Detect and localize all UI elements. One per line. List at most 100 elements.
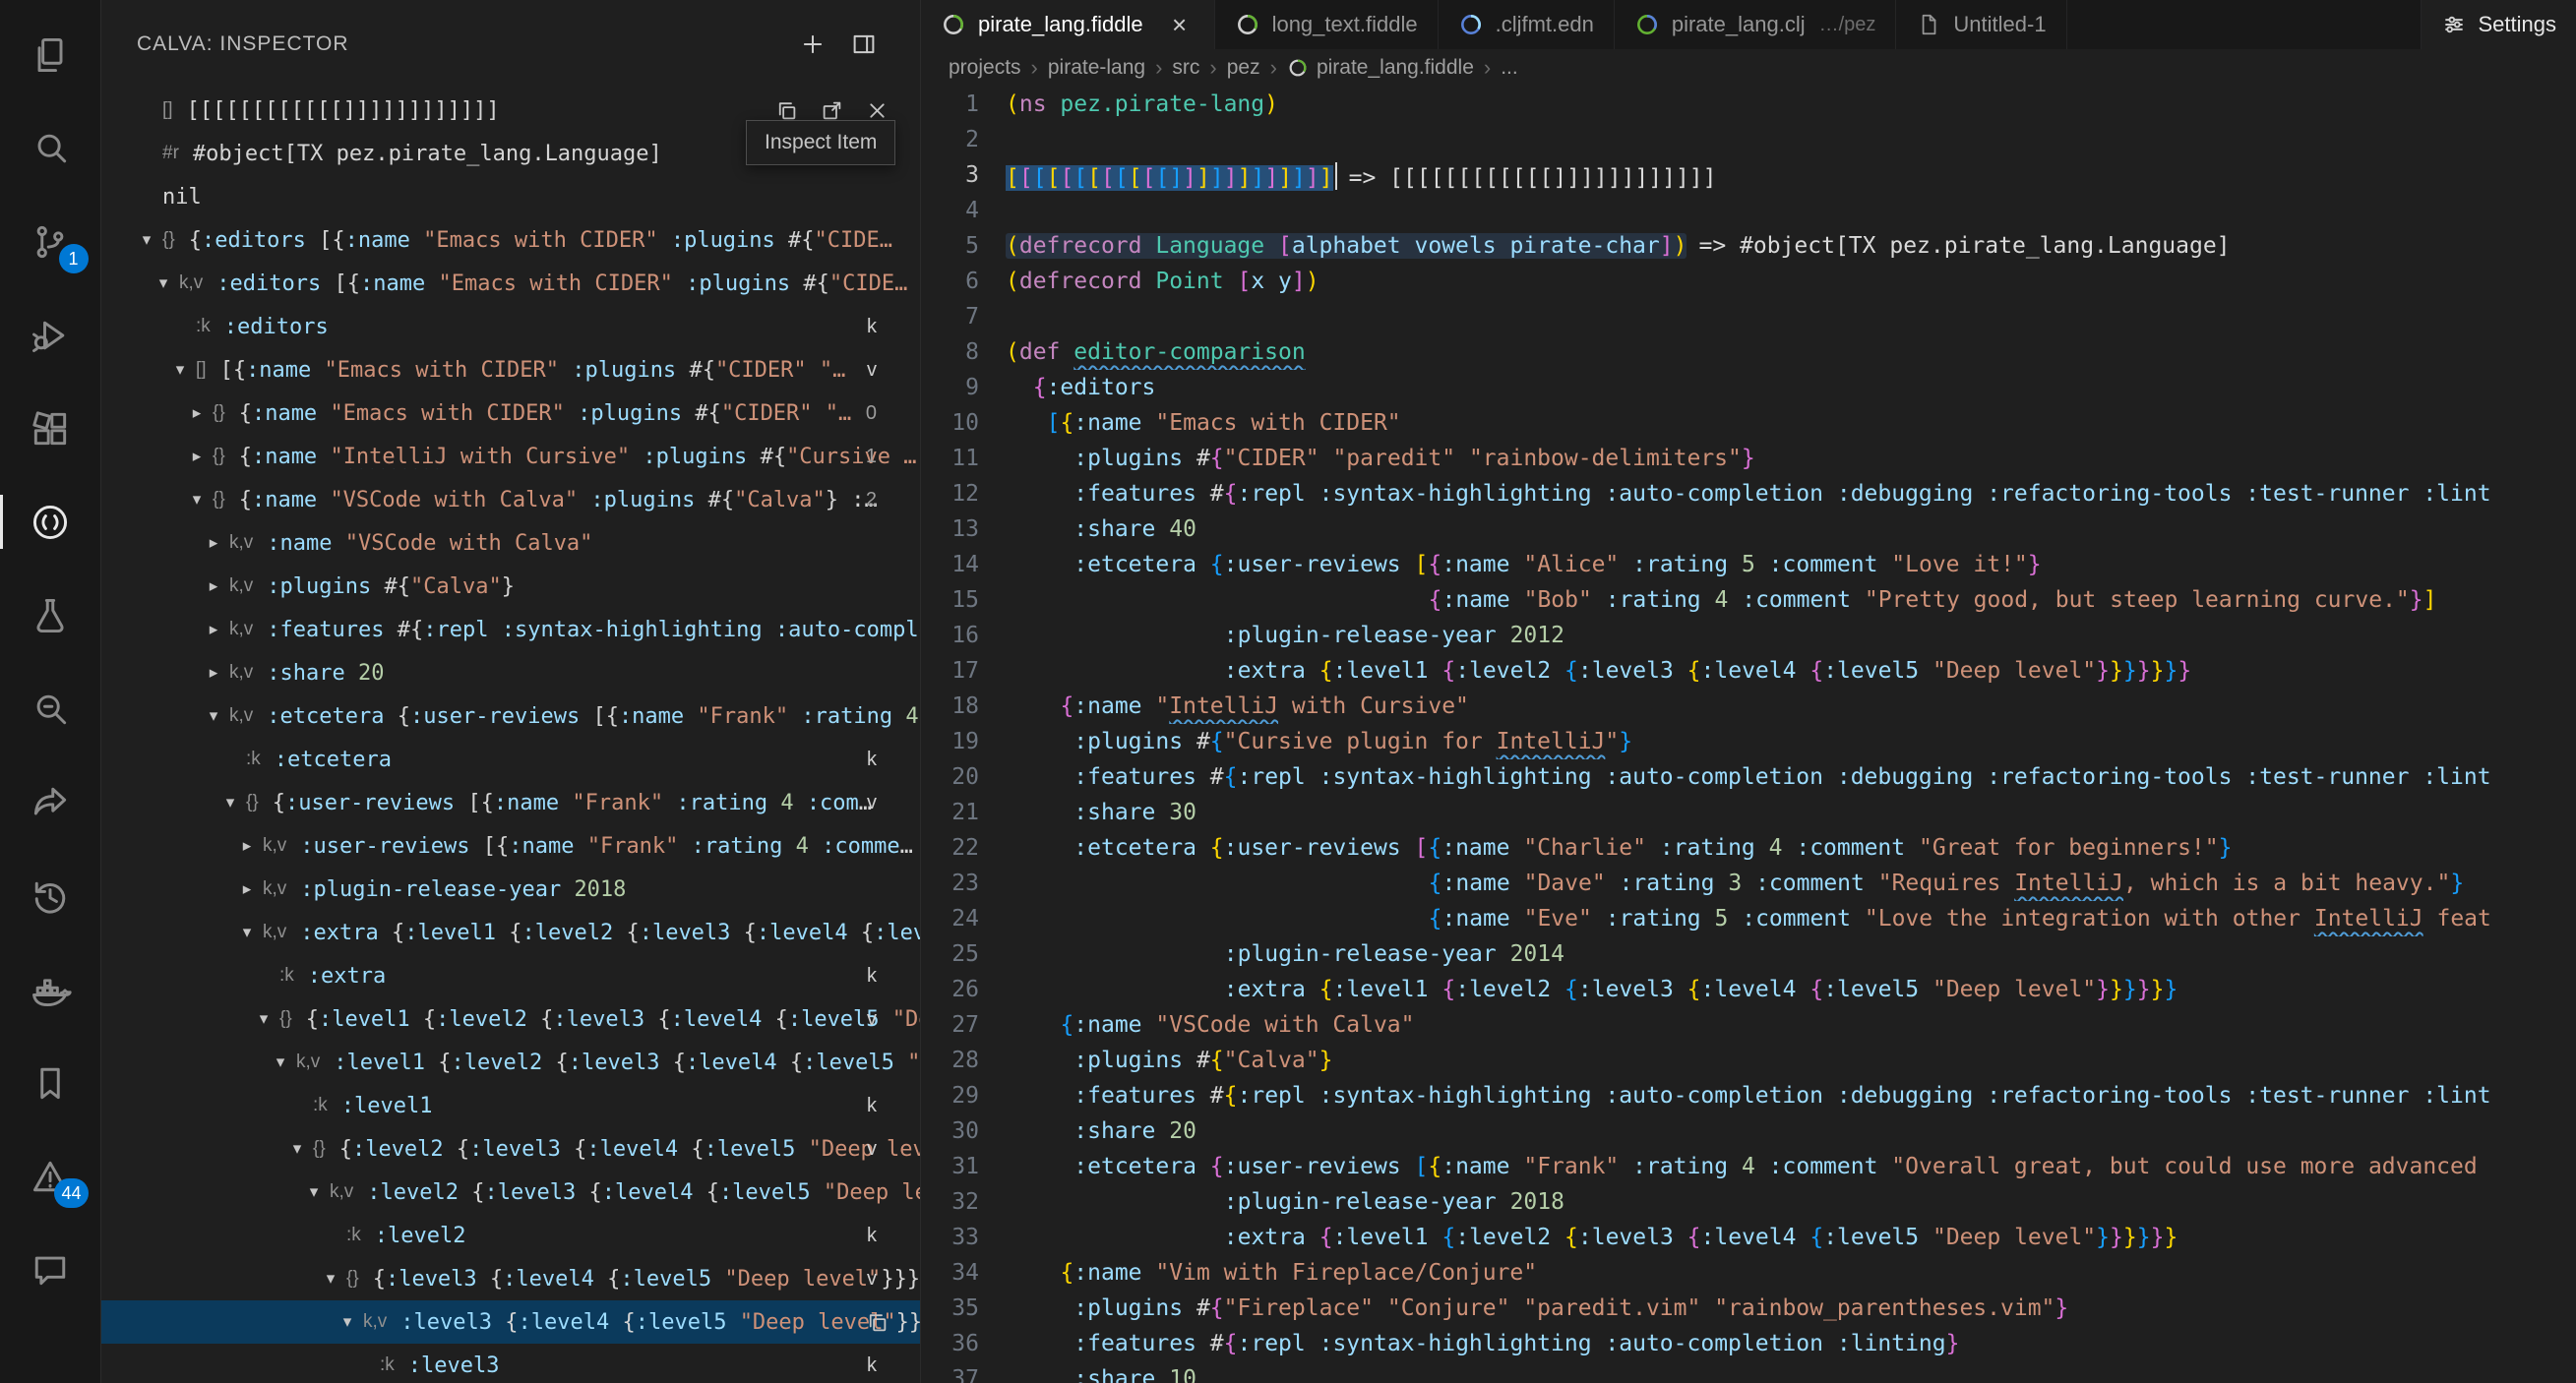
chevron-down-icon[interactable]: ▾ <box>265 1052 296 1072</box>
tree-row[interactable]: :k:level1 k <box>101 1084 920 1127</box>
code-line[interactable]: 26 :extra {:level1 {:level2 {:level3 {:l… <box>921 972 2576 1007</box>
code-line[interactable]: 34 {:name "Vim with Fireplace/Conjure" <box>921 1255 2576 1291</box>
breadcrumb-item[interactable]: pirate_lang.fiddle <box>1287 56 1474 80</box>
code-line[interactable]: 36 :features #{:repl :syntax-highlightin… <box>921 1326 2576 1361</box>
code-line[interactable]: 12 :features #{:repl :syntax-highlightin… <box>921 476 2576 511</box>
code-line[interactable]: 11 :plugins #{"CIDER" "paredit" "rainbow… <box>921 441 2576 476</box>
code-line[interactable]: 5 (defrecord Language [alphabet vowels pi… <box>921 228 2576 264</box>
chevron-down-icon[interactable]: ▾ <box>131 230 162 250</box>
code-line[interactable]: 22 :etcetera {:user-reviews [{:name "Cha… <box>921 830 2576 866</box>
code-line[interactable]: 2 <box>921 122 2576 157</box>
activitybar-item-explorer[interactable] <box>0 8 101 101</box>
chevron-down-icon[interactable]: ▾ <box>231 923 263 942</box>
code-line[interactable]: 20 :features #{:repl :syntax-highlightin… <box>921 759 2576 795</box>
chevron-down-icon[interactable]: ▾ <box>215 793 246 812</box>
activitybar-item-problems[interactable]: 44 <box>0 1129 101 1223</box>
code-line[interactable]: 6 (defrecord Point [x y]) <box>921 264 2576 299</box>
breadcrumb-item[interactable]: projects <box>949 56 1021 80</box>
code-line[interactable]: 13 :share 40 <box>921 511 2576 547</box>
tree-row[interactable]: ▾{} {:name "VSCode with Calva" :plugins #… <box>101 478 920 521</box>
chevron-down-icon[interactable]: ▾ <box>198 706 229 726</box>
code-line[interactable]: 29 :features #{:repl :syntax-highlightin… <box>921 1078 2576 1113</box>
tree-row[interactable]: ▸ k,v:plugins #{"Calva"} <box>101 565 920 608</box>
activitybar-item-search[interactable] <box>0 101 101 195</box>
activitybar-item-testing[interactable] <box>0 569 101 662</box>
code-line[interactable]: 14 :etcetera {:user-reviews [{:name "Ali… <box>921 547 2576 582</box>
tree-row[interactable]: :k:etcetera k <box>101 738 920 781</box>
code-line[interactable]: 18 {:name "IntelliJ with Cursive" <box>921 689 2576 724</box>
tab-long-text-fiddle[interactable]: long_text.fiddle <box>1214 0 1439 49</box>
activitybar-item-search-details[interactable] <box>0 662 101 755</box>
tree-row[interactable]: ▸ k,v:user-reviews [{:name "Frank" :ratin… <box>101 824 920 868</box>
breadcrumb-item[interactable]: src <box>1172 56 1199 80</box>
tree-row[interactable]: ▾{} {:level3 {:level4 {:level5 "Deep leve… <box>101 1257 920 1300</box>
code-line[interactable]: 17 :extra {:level1 {:level2 {:level3 {:l… <box>921 653 2576 689</box>
tree-row[interactable]: :k:editors k <box>101 305 920 348</box>
tree-row[interactable]: ▾[] [{:name "Emacs with CIDER" :plugins #… <box>101 348 920 391</box>
chevron-down-icon[interactable]: ▾ <box>332 1312 363 1332</box>
activitybar-item-source-control[interactable]: 1 <box>0 195 101 288</box>
breadcrumb-item[interactable]: pez <box>1227 56 1260 80</box>
tree-row[interactable]: :k:level2 k <box>101 1214 920 1257</box>
tree-row[interactable]: ▾ k,v:level2 {:level3 {:level4 {:level5 "… <box>101 1171 920 1214</box>
breadcrumb-item[interactable]: pirate-lang <box>1048 56 1145 80</box>
breadcrumb-item[interactable]: ... <box>1501 56 1518 80</box>
close-icon[interactable]: × <box>1165 10 1195 39</box>
chevron-down-icon[interactable]: ▾ <box>248 1009 279 1029</box>
code-line[interactable]: 15 {:name "Bob" :rating 4 :comment "Pret… <box>921 582 2576 618</box>
chevron-right-icon[interactable]: ▸ <box>198 663 229 683</box>
chevron-right-icon[interactable]: ▸ <box>198 576 229 596</box>
tree-row[interactable]: :k:level3 k <box>101 1344 920 1383</box>
code-line[interactable]: 21 :share 30 <box>921 795 2576 830</box>
code-line[interactable]: 19 :plugins #{"Cursive plugin for Intell… <box>921 724 2576 759</box>
activitybar-item-live-share[interactable] <box>0 755 101 849</box>
code-line[interactable]: 37 :share 10 <box>921 1361 2576 1383</box>
activitybar-item-calva[interactable] <box>0 475 101 569</box>
code-line[interactable]: 4 <box>921 193 2576 228</box>
tree-row[interactable]: ▸ k,v:features #{:repl :syntax-highlighti… <box>101 608 920 651</box>
tree-row[interactable]: nil <box>101 175 920 218</box>
tree-row[interactable]: ▸ k,v:name "VSCode with Calva" <box>101 521 920 565</box>
tree-row[interactable]: :k:extra k <box>101 954 920 997</box>
code-line[interactable]: 31 :etcetera {:user-reviews [{:name "Fra… <box>921 1149 2576 1184</box>
tab-settings[interactable]: Settings <box>2420 0 2576 49</box>
open-new-inspector-button[interactable] <box>843 24 885 65</box>
code-line[interactable]: 25 :plugin-release-year 2014 <box>921 936 2576 972</box>
chevron-down-icon[interactable]: ▾ <box>181 490 213 510</box>
activitybar-item-feedback[interactable] <box>0 1223 101 1316</box>
code-line[interactable]: 8 (def editor-comparison <box>921 334 2576 370</box>
code-line[interactable]: 28 :plugins #{"Calva"} <box>921 1043 2576 1078</box>
code-line[interactable]: 23 {:name "Dave" :rating 3 :comment "Req… <box>921 866 2576 901</box>
tree-row[interactable]: ▸ k,v:share 20 <box>101 651 920 694</box>
copy-icon[interactable] <box>859 1304 894 1340</box>
chevron-down-icon[interactable]: ▾ <box>164 360 196 380</box>
tree-row[interactable]: ▾{} {:editors [{:name "Emacs with CIDER" … <box>101 218 920 262</box>
tab-untitled-1[interactable]: Untitled-1 <box>1896 0 2067 49</box>
chevron-right-icon[interactable]: ▸ <box>231 879 263 899</box>
tree-row[interactable]: ▾{} {:user-reviews [{:name "Frank" :ratin… <box>101 781 920 824</box>
activitybar-item-docker[interactable] <box>0 942 101 1036</box>
tree-row[interactable]: ▸ k,v:plugin-release-year 2018 <box>101 868 920 911</box>
tab--cljfmt-edn[interactable]: .cljfmt.edn <box>1438 0 1615 49</box>
tree-row[interactable]: ▸{} {:name "IntelliJ with Cursive" :plugi… <box>101 435 920 478</box>
chevron-right-icon[interactable]: ▸ <box>231 836 263 856</box>
code-line[interactable]: 27 {:name "VSCode with Calva" <box>921 1007 2576 1043</box>
chevron-down-icon[interactable]: ▾ <box>315 1269 346 1289</box>
code-line[interactable]: 3[[[[[[[[[[[[]]]]]]]]]]]] => [[[[[[[[[[[[… <box>921 157 2576 193</box>
tree-row[interactable]: ▾ k,v:extra {:level1 {:level2 {:level3 {:… <box>101 911 920 954</box>
tab-pirate-lang-fiddle[interactable]: pirate_lang.fiddle × <box>921 0 1215 49</box>
chevron-down-icon[interactable]: ▾ <box>148 273 179 293</box>
tree-row[interactable]: ▾{} {:level1 {:level2 {:level3 {:level4 {… <box>101 997 920 1041</box>
code-editor[interactable]: 1 (ns pez.pirate-lang) 2 3[[[[[[[[[[[[]]]]]… <box>921 87 2576 1383</box>
code-line[interactable]: 33 :extra {:level1 {:level2 {:level3 {:l… <box>921 1220 2576 1255</box>
code-line[interactable]: 9 {:editors <box>921 370 2576 405</box>
chevron-right-icon[interactable]: ▸ <box>181 447 213 466</box>
activitybar-item-bookmarks[interactable] <box>0 1036 101 1129</box>
code-line[interactable]: 7 <box>921 299 2576 334</box>
code-line[interactable]: 1 (ns pez.pirate-lang) <box>921 87 2576 122</box>
chevron-right-icon[interactable]: ▸ <box>198 533 229 553</box>
tab-pirate-lang-clj[interactable]: pirate_lang.clj …/pez <box>1614 0 1897 49</box>
tree-row[interactable]: ▾{} {:level2 {:level3 {:level4 {:level5 "… <box>101 1127 920 1171</box>
add-inspector-item-button[interactable] <box>792 24 833 65</box>
activitybar-item-extensions[interactable] <box>0 382 101 475</box>
